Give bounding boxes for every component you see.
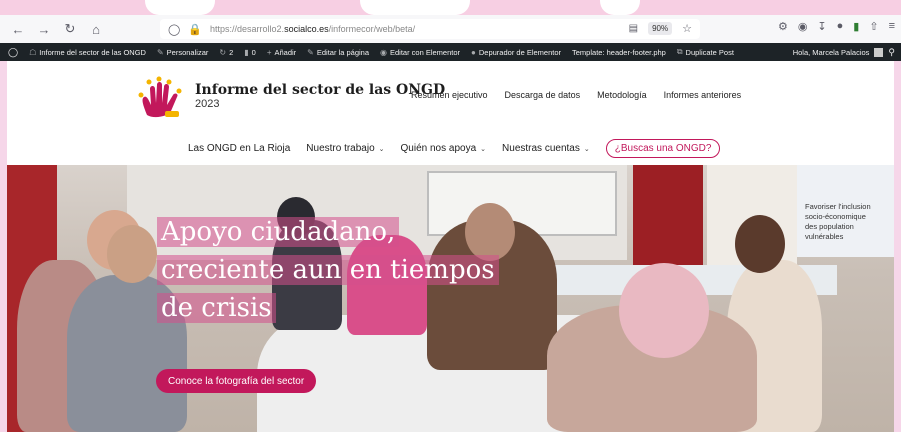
chevron-down-icon: ⌄ [378, 146, 385, 153]
top-menu-item-informes[interactable]: Informes anteriores [664, 90, 742, 100]
top-menu-item-metodologia[interactable]: Metodología [597, 90, 647, 100]
extensions-icon[interactable]: ⚙ [778, 20, 788, 33]
main-menu-label: Nuestro trabajo [306, 143, 375, 154]
elementor-icon: ◉ [380, 47, 387, 57]
address-bar[interactable]: ◯ 🔒 https://desarrollo2.socialco.es/info… [160, 19, 700, 39]
forward-icon[interactable]: → [34, 19, 54, 39]
zoom-level[interactable]: 90% [648, 22, 673, 35]
logo-hand-icon[interactable] [135, 75, 185, 121]
admin-item-debugger[interactable]: ● Depurador de Elementor [471, 48, 561, 57]
chevron-down-icon: ⌄ [480, 146, 487, 153]
hero-title: Apoyo ciudadano, creciente aun en tiempo… [157, 213, 517, 327]
search-ongd-button[interactable]: ¿Buscas una ONGD? [605, 139, 721, 158]
hero-section: Favoriser l'inclusion socio-économique d… [7, 165, 894, 432]
poster-line: Favoriser l'inclusion [805, 202, 871, 211]
avatar[interactable] [874, 47, 884, 57]
browser-toolbar: ← → ↻ ⌂ ◯ 🔒 https://desarrollo2.socialco… [0, 15, 901, 43]
account-icon[interactable]: ● [837, 20, 844, 33]
wordpress-icon[interactable]: ◯ [8, 47, 18, 58]
reader-view-icon[interactable]: ▤ [629, 23, 638, 34]
share-icon[interactable]: ⇧ [869, 20, 878, 33]
copy-icon: ⧉ [676, 47, 683, 56]
main-menu-item-ongd-rioja[interactable]: Las ONGD en La Rioja [188, 143, 290, 154]
main-menu-label: Las ONGD en La Rioja [188, 143, 291, 154]
site-year: 2023 [195, 98, 220, 110]
main-menu-item-quien-nos-apoya[interactable]: Quién nos apoya ⌄ [401, 143, 487, 154]
url-text: https://desarrollo2.socialco.es/informec… [210, 24, 416, 34]
addon-icon[interactable]: ▮ [853, 20, 859, 33]
menu-icon[interactable]: ≡ [889, 20, 895, 33]
poster-line: vulnérables [805, 232, 844, 241]
top-menu-item-resumen[interactable]: Resumen ejecutivo [411, 90, 488, 100]
hero-photo-head [107, 225, 157, 283]
plus-icon: + [266, 47, 272, 57]
admin-item-site[interactable]: ☖ Informe del sector de las ONGD [29, 48, 146, 57]
reload-icon[interactable]: ↻ [60, 19, 80, 39]
hero-title-line: de crisis [157, 293, 276, 323]
admin-greeting[interactable]: Hola, Marcela Palacios [793, 48, 870, 57]
site-title[interactable]: Informe del sector de las ONGD [195, 82, 445, 98]
poster-line: socio-économique [805, 212, 866, 221]
back-icon[interactable]: ← [8, 19, 28, 39]
hero-poster-text: Favoriser l'inclusion socio-économique d… [805, 202, 871, 242]
info-icon: ● [471, 47, 476, 57]
hero-title-line: Apoyo ciudadano, [157, 217, 400, 247]
pocket-icon[interactable]: ◉ [798, 20, 808, 33]
admin-item-elementor[interactable]: ◉ Editar con Elementor [380, 48, 460, 57]
lock-icon: 🔒 [188, 23, 203, 36]
shield-icon: ◯ [168, 23, 181, 36]
home-button-icon[interactable]: ⌂ [86, 19, 106, 39]
admin-item-comments[interactable]: ▮ 0 [244, 48, 256, 57]
hero-photo-curtain [633, 165, 703, 270]
site-header: Informe del sector de las ONGD 2023 Resu… [7, 61, 894, 165]
top-menu-item-descarga[interactable]: Descarga de datos [505, 90, 581, 100]
pencil-icon: ✎ [307, 47, 314, 57]
admin-item-customize[interactable]: ✎ Personalizar [157, 48, 208, 57]
admin-item-edit-page[interactable]: ✎ Editar la página [307, 48, 369, 57]
main-menu-label: Nuestras cuentas [502, 143, 580, 154]
main-menu-item-nuestras-cuentas[interactable]: Nuestras cuentas ⌄ [502, 143, 590, 154]
admin-item-duplicate[interactable]: ⧉ Duplicate Post [677, 47, 734, 57]
search-icon[interactable]: ⚲ [888, 47, 895, 58]
bookmark-star-icon[interactable]: ☆ [682, 22, 692, 35]
poster-line: des population [805, 222, 854, 231]
wp-admin-bar: ◯ ☖ Informe del sector de las ONGD ✎ Perso… [0, 43, 901, 61]
brush-icon: ✎ [156, 47, 164, 57]
window-frame [0, 0, 901, 15]
downloads-icon[interactable]: ↧ [817, 20, 826, 33]
chevron-down-icon: ⌄ [583, 146, 590, 153]
main-menu-label: Quién nos apoya [400, 143, 477, 154]
comment-icon: ▮ [244, 47, 249, 57]
admin-item-new[interactable]: + Añadir [267, 48, 296, 57]
admin-item-updates[interactable]: ↻ 2 [219, 48, 233, 57]
hero-cta-button[interactable]: Conoce la fotografía del sector [156, 369, 317, 393]
top-menu: Resumen ejecutivo Descarga de datos Meto… [411, 90, 741, 100]
hero-title-line: creciente aun en tiempos [157, 255, 499, 285]
hero-photo-head [735, 215, 785, 273]
admin-item-template[interactable]: Template: header-footer.php [572, 48, 666, 57]
main-menu: Las ONGD en La Rioja Nuestro trabajo ⌄ Qu… [188, 139, 721, 158]
main-menu-item-nuestro-trabajo[interactable]: Nuestro trabajo ⌄ [306, 143, 384, 154]
home-icon: ☖ [29, 47, 37, 57]
updates-icon: ↻ [219, 47, 227, 57]
hero-photo-head [619, 263, 709, 358]
